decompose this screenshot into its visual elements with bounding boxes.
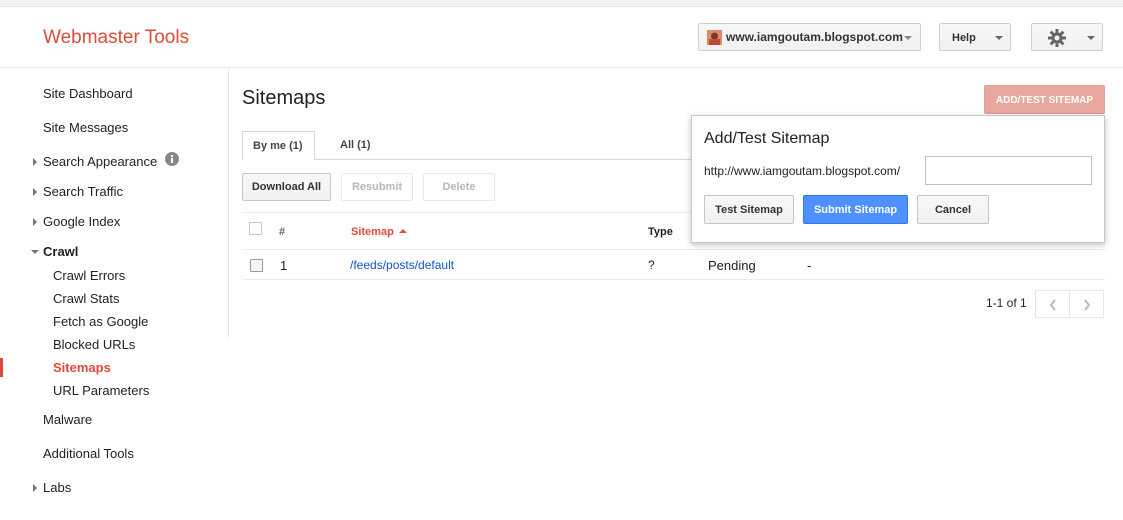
sidebar-item-site-messages[interactable]: Site Messages (43, 120, 128, 135)
sidebar-item-label: Search Traffic (43, 184, 123, 199)
settings-button[interactable] (1031, 23, 1103, 51)
pagination-label: 1-1 of 1 (986, 296, 1027, 310)
row-extra: - (807, 258, 812, 273)
help-button[interactable]: Help (939, 23, 1011, 51)
chevron-down-icon (31, 250, 39, 254)
sidebar-item-crawl-errors[interactable]: Crawl Errors (53, 268, 125, 283)
table-row: 1 /feeds/posts/default ? Pending - (242, 250, 1105, 280)
sidebar-item-search-traffic[interactable]: Search Traffic (33, 184, 123, 199)
url-prefix-label: http://www.iamgoutam.blogspot.com/ (704, 164, 901, 178)
select-all-checkbox[interactable] (249, 222, 262, 235)
sitemap-path-input[interactable] (925, 156, 1092, 185)
chevron-right-icon (33, 484, 37, 492)
chevron-left-icon (1049, 299, 1056, 311)
sitemap-link[interactable]: /feeds/posts/default (350, 258, 454, 272)
site-selector[interactable]: www.iamgoutam.blogspot.com (698, 23, 921, 51)
chevron-down-icon (1087, 36, 1095, 40)
chevron-down-icon (995, 36, 1003, 40)
chevron-down-icon (904, 36, 912, 40)
column-header-label: Sitemap (351, 226, 394, 238)
site-selector-label: www.iamgoutam.blogspot.com (726, 30, 903, 44)
sidebar-item-label: Crawl (43, 244, 79, 259)
site-favicon-icon (707, 30, 722, 45)
column-header-type[interactable]: Type (648, 226, 673, 238)
next-page-button[interactable] (1069, 290, 1104, 318)
submit-sitemap-button[interactable]: Submit Sitemap (803, 195, 908, 224)
chevron-right-icon (1084, 299, 1091, 311)
sort-ascending-icon (398, 229, 407, 233)
sidebar-item-additional-tools[interactable]: Additional Tools (43, 446, 134, 461)
top-strip (0, 0, 1123, 7)
cancel-button[interactable]: Cancel (917, 195, 989, 224)
row-status: Pending (708, 258, 756, 273)
prev-page-button[interactable] (1035, 290, 1070, 318)
tab-all[interactable]: All (1) (330, 131, 390, 160)
dialog-title: Add/Test Sitemap (704, 130, 830, 147)
sidebar-item-fetch-as-google[interactable]: Fetch as Google (53, 314, 148, 329)
column-header-sitemap[interactable]: Sitemap (351, 226, 407, 238)
sidebar-item-url-parameters[interactable]: URL Parameters (53, 383, 149, 398)
delete-button[interactable]: Delete (423, 173, 495, 201)
chevron-right-icon (33, 188, 37, 196)
column-header-num: # (279, 226, 286, 238)
add-test-sitemap-dialog: Add/Test Sitemap http://www.iamgoutam.bl… (691, 115, 1105, 243)
row-number: 1 (280, 258, 288, 273)
sidebar-item-malware[interactable]: Malware (43, 412, 92, 427)
test-sitemap-button[interactable]: Test Sitemap (704, 195, 794, 224)
download-all-button[interactable]: Download All (242, 173, 331, 201)
active-indicator (0, 358, 3, 377)
page-title: Sitemaps (242, 87, 326, 109)
sidebar-item-crawl-stats[interactable]: Crawl Stats (53, 291, 119, 306)
header: Webmaster Tools www.iamgoutam.blogspot.c… (0, 7, 1123, 68)
chevron-right-icon (33, 218, 37, 226)
help-button-label: Help (952, 32, 976, 44)
info-icon[interactable] (165, 152, 179, 166)
row-checkbox[interactable] (250, 259, 263, 272)
gear-icon (1048, 29, 1066, 47)
sidebar-item-google-index[interactable]: Google Index (33, 214, 121, 229)
sidebar-item-blocked-urls[interactable]: Blocked URLs (53, 337, 135, 352)
sidebar-item-labs[interactable]: Labs (33, 480, 72, 495)
app-title[interactable]: Webmaster Tools (43, 27, 189, 49)
add-test-sitemap-button[interactable]: ADD/TEST SITEMAP (984, 85, 1105, 114)
sidebar-item-label: Search Appearance (43, 154, 158, 169)
chevron-right-icon (33, 158, 37, 166)
resubmit-button[interactable]: Resubmit (341, 173, 413, 201)
sidebar-item-sitemaps[interactable]: Sitemaps (53, 360, 111, 375)
sidebar-item-crawl[interactable]: Crawl (31, 244, 79, 259)
sidebar-item-search-appearance[interactable]: Search Appearance (33, 154, 158, 169)
sidebar-item-site-dashboard[interactable]: Site Dashboard (43, 86, 133, 101)
sidebar-item-label: Google Index (43, 214, 121, 229)
row-type: ? (648, 258, 655, 272)
tab-by-me[interactable]: By me (1) (242, 131, 315, 160)
sidebar-item-label: Labs (43, 480, 72, 495)
